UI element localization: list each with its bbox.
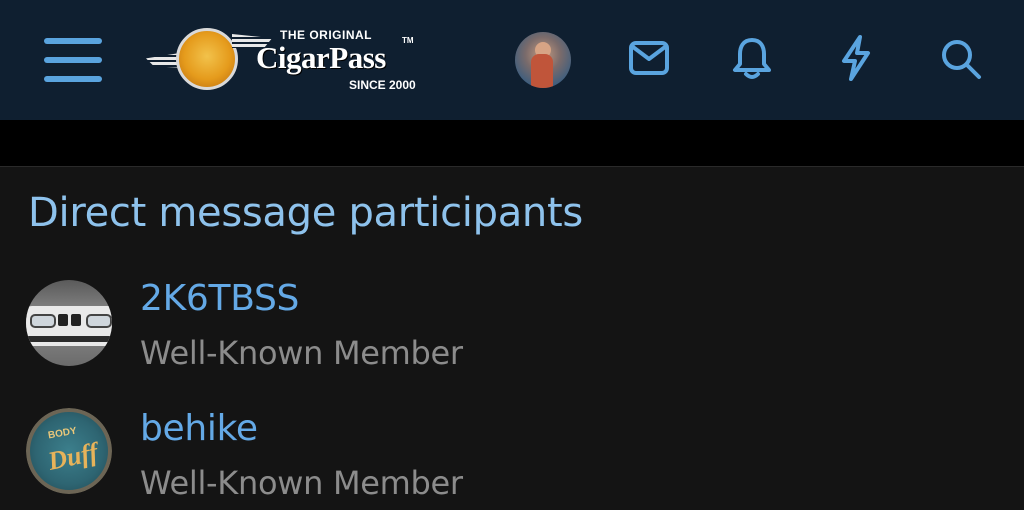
bell-icon[interactable] [732,36,772,80]
logo-emblem [176,28,238,90]
participant-row: 2K6TBSS Well-Known Member [0,270,1024,380]
mail-icon[interactable] [628,40,670,76]
search-icon[interactable] [940,38,982,80]
section-title: Direct message participants [28,190,583,236]
participant-role: Well-Known Member [140,334,463,372]
participant-row: BODY Duff behike Well-Known Member [0,400,1024,510]
car-headlight-right [86,314,112,328]
site-logo[interactable]: THE ORIGINAL CigarPass TM SINCE 2000 [146,24,418,96]
participant-avatar[interactable] [26,280,112,366]
car-grille-right [71,314,81,326]
participant-name[interactable]: behike [140,408,258,449]
logo-trademark: TM [402,36,414,45]
avatar-figure [531,54,553,88]
participant-role: Well-Known Member [140,464,463,502]
top-nav-bar: THE ORIGINAL CigarPass TM SINCE 2000 [0,0,1024,120]
user-avatar[interactable] [515,32,571,88]
lightning-icon[interactable] [838,34,874,82]
car-bumper [26,336,112,342]
logo-main-text: CigarPass [256,40,386,75]
participant-avatar[interactable]: BODY Duff [26,408,112,494]
hamburger-menu-icon[interactable] [44,36,102,84]
logo-since-text: SINCE 2000 [349,78,416,92]
participant-name[interactable]: 2K6TBSS [140,278,299,319]
car-grille-left [58,314,68,326]
car-headlight-left [30,314,56,328]
header-divider-strip [0,120,1024,167]
